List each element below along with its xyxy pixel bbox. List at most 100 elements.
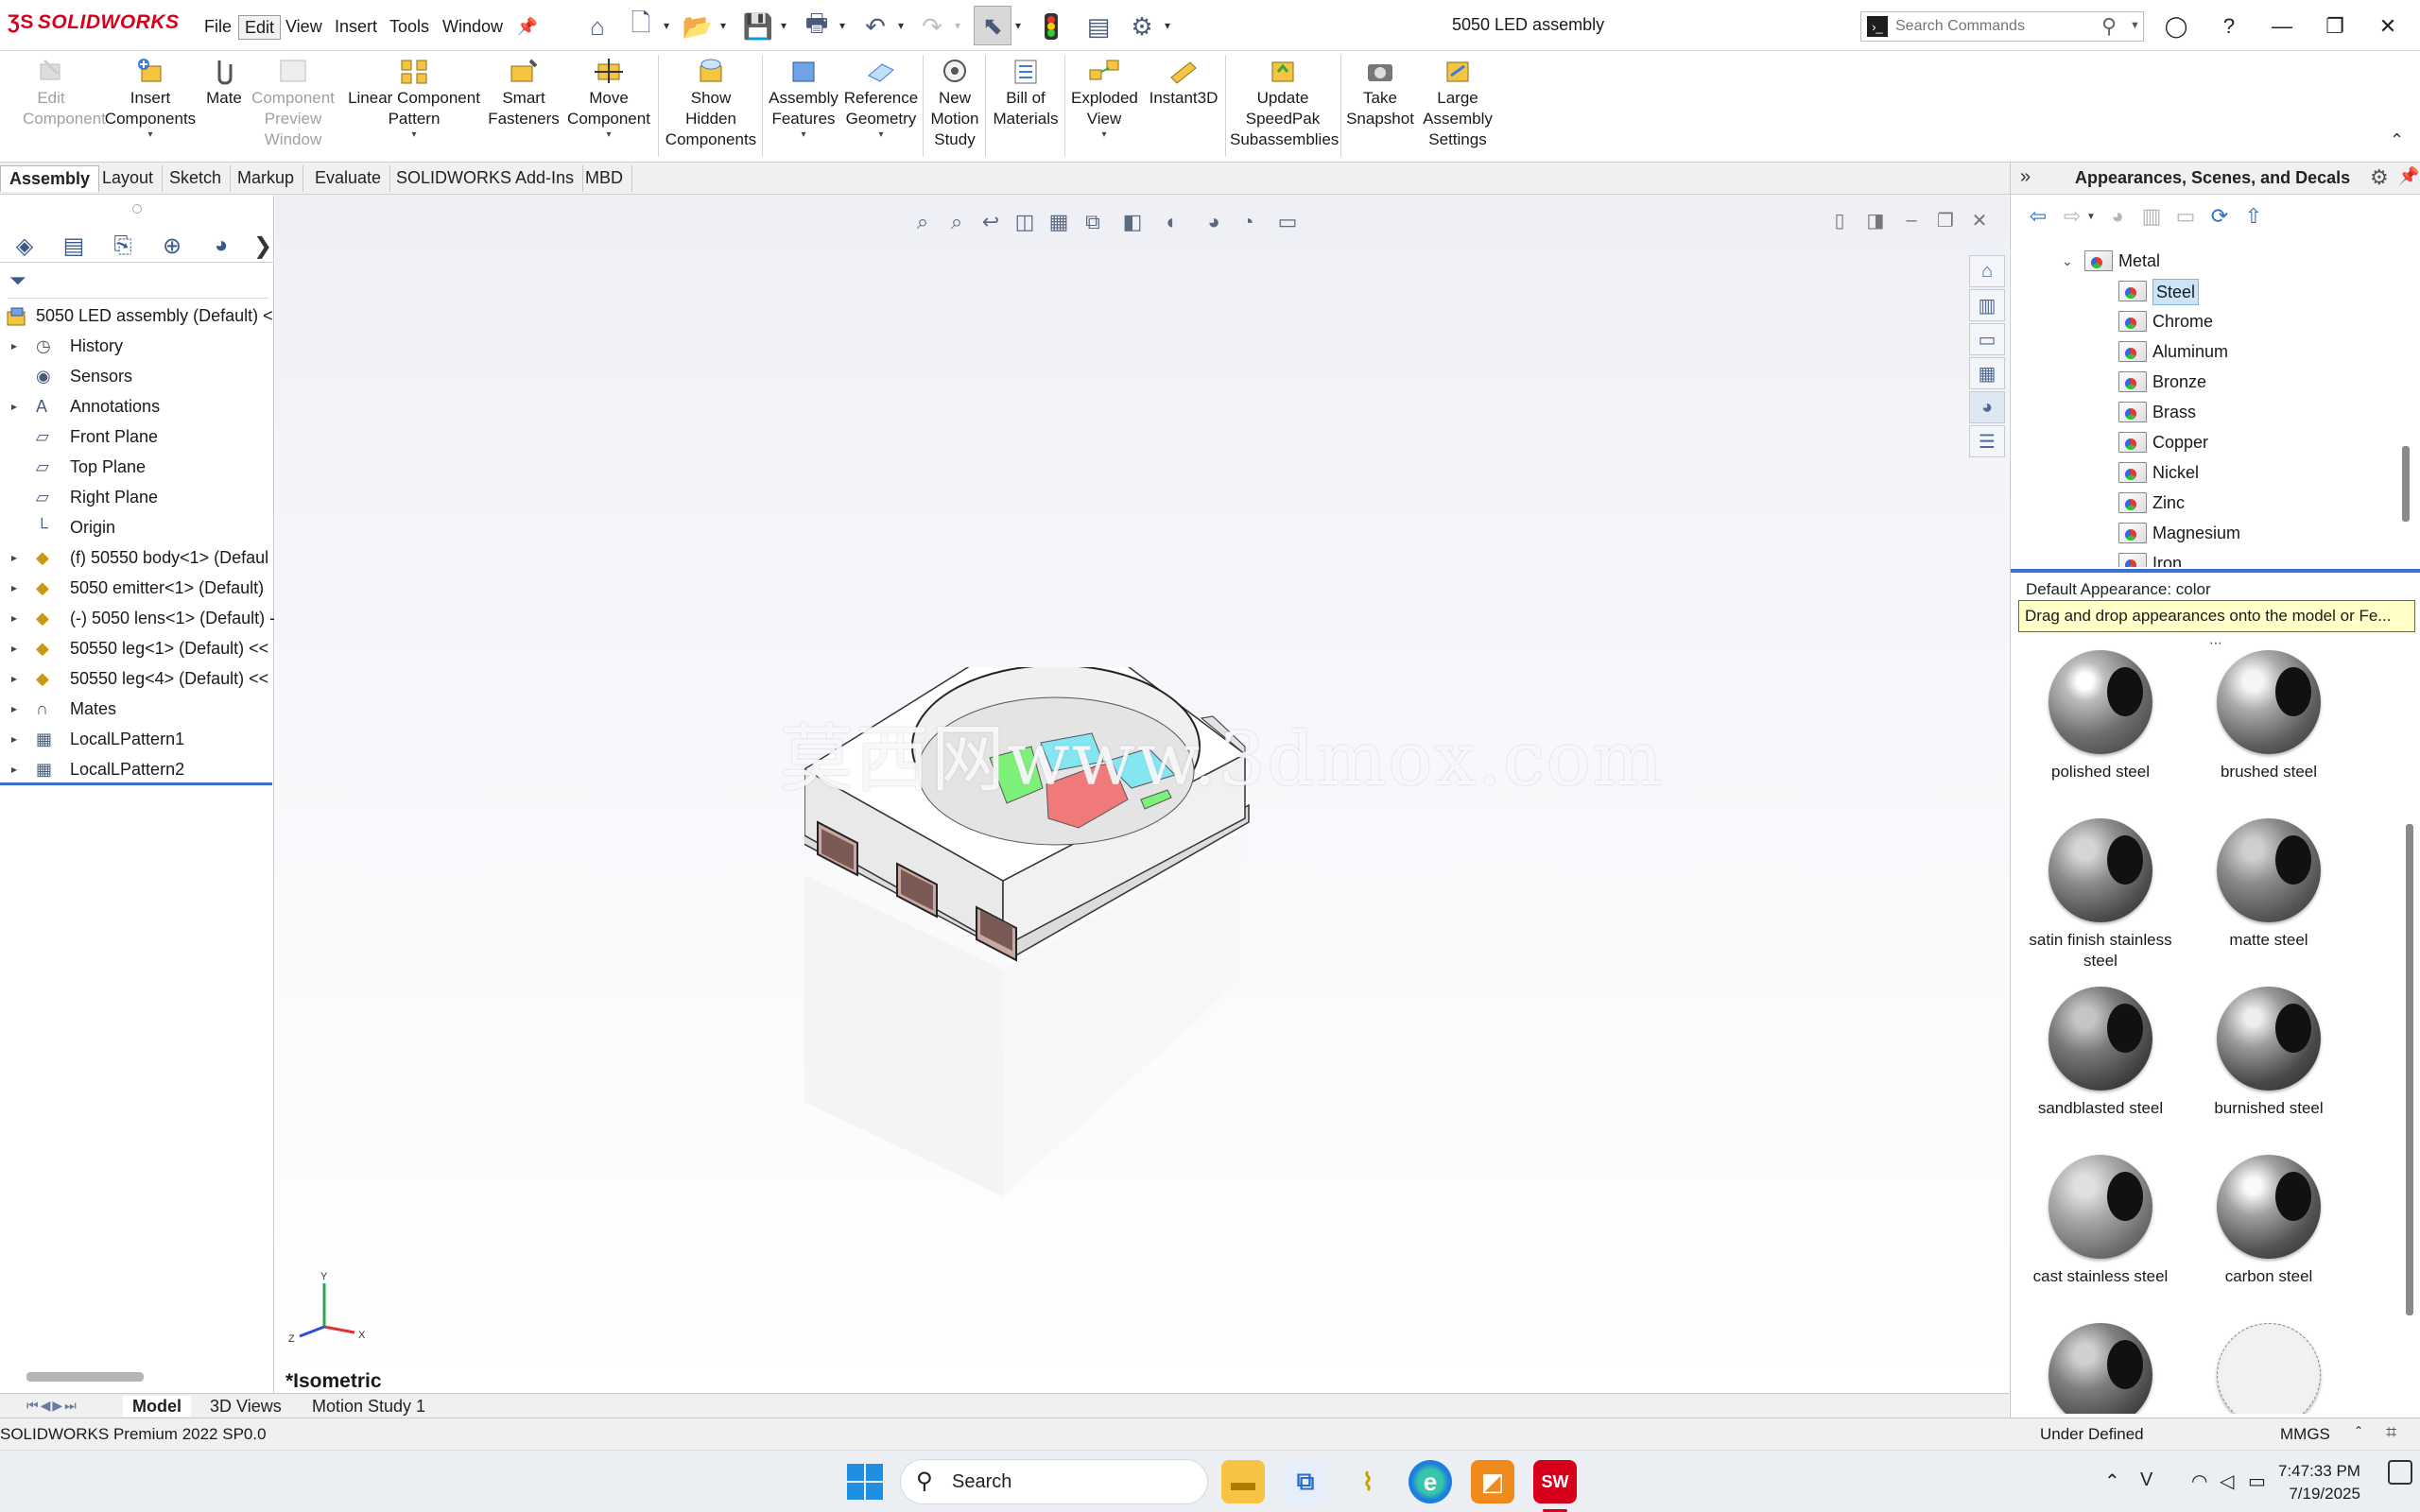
insert-components-button[interactable]: Insert Components ▾ (98, 57, 202, 141)
edit-appearance-icon[interactable]: ◕ (1198, 206, 1230, 238)
tree-item[interactable]: ▸ ∩ Mates (0, 694, 274, 724)
tree-item[interactable]: ▱ Right Plane (0, 482, 274, 512)
hide-show-items-icon[interactable]: ◐ (1156, 206, 1188, 238)
linear-component-pattern-button[interactable]: Linear Component Pattern ▾ (344, 57, 484, 141)
chevron-right-icon[interactable]: ▸ (11, 724, 17, 754)
tree-item[interactable]: └ Origin (0, 512, 274, 542)
appearance-swatch[interactable] (2188, 1323, 2349, 1414)
panel-grip-icon[interactable] (132, 204, 142, 214)
app-icon[interactable]: ⧉ (1284, 1460, 1327, 1503)
view-settings-icon[interactable]: ▭ (1271, 206, 1304, 238)
close-icon[interactable]: ✕ (2369, 8, 2407, 45)
configuration-manager-tab-icon[interactable]: ⎘ (108, 232, 138, 259)
dynamic-annotation-icon[interactable]: ▦ (1043, 206, 1075, 238)
chevron-right-icon[interactable]: ▸ (11, 633, 17, 663)
chevron-down-icon[interactable]: ▾ (344, 129, 484, 141)
tree-item[interactable]: ▸ A Annotations (0, 391, 274, 421)
display-manager-tab-icon[interactable]: ◕ (206, 232, 236, 259)
show-hidden-components-button[interactable]: Show Hidden Components (662, 57, 760, 150)
tree-filter[interactable]: ⏷ (8, 266, 268, 299)
tab-markup[interactable]: Markup (229, 165, 304, 192)
file-properties-icon[interactable]: ▤ (1081, 9, 1115, 43)
wifi-icon[interactable]: ◠ (2191, 1469, 2207, 1493)
appearances-tab-icon[interactable]: ◕ (1969, 391, 2005, 423)
dimxpert-tab-icon[interactable]: ⊕ (157, 232, 187, 259)
chevron-right-icon[interactable]: ▸ (11, 542, 17, 573)
appearance-swatch[interactable]: matte steel (2188, 818, 2349, 985)
app-tray-icon[interactable]: V (2140, 1469, 2152, 1491)
tree-item[interactable]: ▱ Front Plane (0, 421, 274, 452)
chevron-right-icon[interactable]: ▸ (11, 573, 17, 603)
instant3d-button[interactable]: Instant3D (1144, 57, 1223, 109)
chevron-right-icon[interactable]: ❯ (248, 232, 278, 259)
chevron-up-icon[interactable]: ⌃ (2104, 1469, 2120, 1493)
tree-item[interactable]: ▸ ▦ LocalLPattern2 (0, 754, 274, 784)
tab-model[interactable]: Model (123, 1396, 191, 1417)
viewport-single-icon[interactable]: ▯ (1824, 204, 1856, 236)
apply-scene-icon[interactable]: ◔ (1232, 206, 1264, 238)
battery-icon[interactable]: ▭ (2248, 1469, 2266, 1493)
appearance-swatch[interactable]: sandblasted steel (2020, 987, 2181, 1153)
tree-item[interactable]: ▸ ◆ 5050 emitter<1> (Default) (0, 573, 274, 603)
appearance-swatch[interactable]: satin finish stainless steel (2020, 818, 2181, 985)
appearance-swatch[interactable]: polished steel (2020, 650, 2181, 816)
chevron-right-icon[interactable]: ▸ (11, 603, 17, 633)
chevron-down-icon[interactable]: ▾ (1165, 19, 1170, 32)
app-icon[interactable]: ⌇ (1346, 1460, 1390, 1503)
tab-evaluate[interactable]: Evaluate (306, 165, 391, 192)
menu-edit[interactable]: Edit (238, 15, 282, 40)
tree-item[interactable]: ▸ ◆ 50550 leg<4> (Default) << (0, 663, 274, 694)
view-orientation-icon[interactable]: ⧉ (1077, 206, 1109, 238)
chevron-down-icon[interactable]: ▾ (839, 19, 845, 32)
tab-layout[interactable]: Layout (94, 165, 164, 192)
app-icon[interactable]: ◩ (1471, 1460, 1514, 1503)
solidworks-taskbar-icon[interactable]: SW (1533, 1460, 1577, 1503)
view-palette-icon[interactable]: ▦ (1969, 357, 2005, 389)
tree-item[interactable]: ◉ Sensors (0, 361, 274, 391)
exploded-view-button[interactable]: Exploded View ▾ (1066, 57, 1142, 141)
update-speedpak-button[interactable]: Update SpeedPak Subassemblies (1227, 57, 1339, 150)
assembly-features-button[interactable]: Assembly Features ▾ (766, 57, 841, 141)
gear-icon[interactable]: ⚙ (1125, 9, 1159, 43)
component-preview-window-button[interactable]: Component Preview Window (248, 57, 338, 150)
menu-file[interactable]: File (199, 15, 237, 40)
mate-button[interactable]: Mate (200, 57, 248, 109)
display-style-icon[interactable]: ◧ (1116, 206, 1149, 238)
tab-solidworks-add-ins[interactable]: SOLIDWORKS Add-Ins (388, 165, 584, 192)
reference-geometry-button[interactable]: Reference Geometry ▾ (841, 57, 921, 141)
pin-icon[interactable]: 📌 (510, 9, 544, 43)
restore-icon[interactable]: ❐ (2316, 8, 2354, 45)
graphics-area[interactable]: ⌕ ⌕ ↩ ◫ ▦ ⧉ ◧ ◐ ◕ ◔ ▭ ▯ ◨ – ❐ ✕ 莫西网www.3… (275, 195, 2009, 1393)
chevron-right-icon[interactable]: ▸ (11, 694, 17, 724)
menu-view[interactable]: View (280, 15, 328, 40)
minimize-icon[interactable]: — (2263, 8, 2301, 45)
menu-insert[interactable]: Insert (329, 15, 383, 40)
restore-icon[interactable]: ❐ (1929, 204, 1962, 236)
search-icon[interactable]: ⚲ (2101, 14, 2117, 39)
tab-mbd[interactable]: MBD (577, 165, 632, 192)
tree-item[interactable]: ▸ ◷ History (0, 331, 274, 361)
tree-item[interactable]: ▸ ▦ LocalLPattern1 (0, 724, 274, 754)
chevron-down-icon[interactable]: ▾ (664, 19, 669, 32)
zoom-to-area-icon[interactable]: ⌕ (941, 206, 973, 238)
search-input[interactable] (1895, 15, 2075, 38)
appearance-swatch[interactable]: carbon steel (2188, 1155, 2349, 1321)
edit-component-button[interactable]: Edit Component (6, 57, 106, 129)
windows-start-icon[interactable] (845, 1462, 885, 1502)
help-icon[interactable]: ? (2210, 8, 2248, 45)
rebuild-icon[interactable] (1034, 9, 1068, 43)
chevron-down-icon[interactable]: ▾ (720, 19, 726, 32)
take-snapshot-button[interactable]: Take Snapshot (1342, 57, 1418, 129)
taskbar-search[interactable]: ⚲ Search (900, 1459, 1208, 1504)
property-manager-tab-icon[interactable]: ▤ (59, 232, 89, 259)
chevron-down-icon[interactable]: ▼ (2130, 20, 2140, 31)
print-icon[interactable]: 🖶 (800, 9, 834, 43)
home-icon[interactable]: ⌂ (580, 9, 614, 43)
edge-icon[interactable]: e (1409, 1460, 1452, 1503)
chevron-right-icon[interactable]: ▸ (11, 391, 17, 421)
chevron-down-icon[interactable]: ▾ (563, 129, 654, 141)
solidworks-logo[interactable]: ƷS SOLIDWORKS (8, 11, 180, 34)
file-explorer-icon[interactable]: ▬ (1221, 1460, 1265, 1503)
swatch-scrollbar[interactable] (2406, 824, 2413, 1315)
custom-properties-icon[interactable]: ☰ (1969, 425, 2005, 457)
